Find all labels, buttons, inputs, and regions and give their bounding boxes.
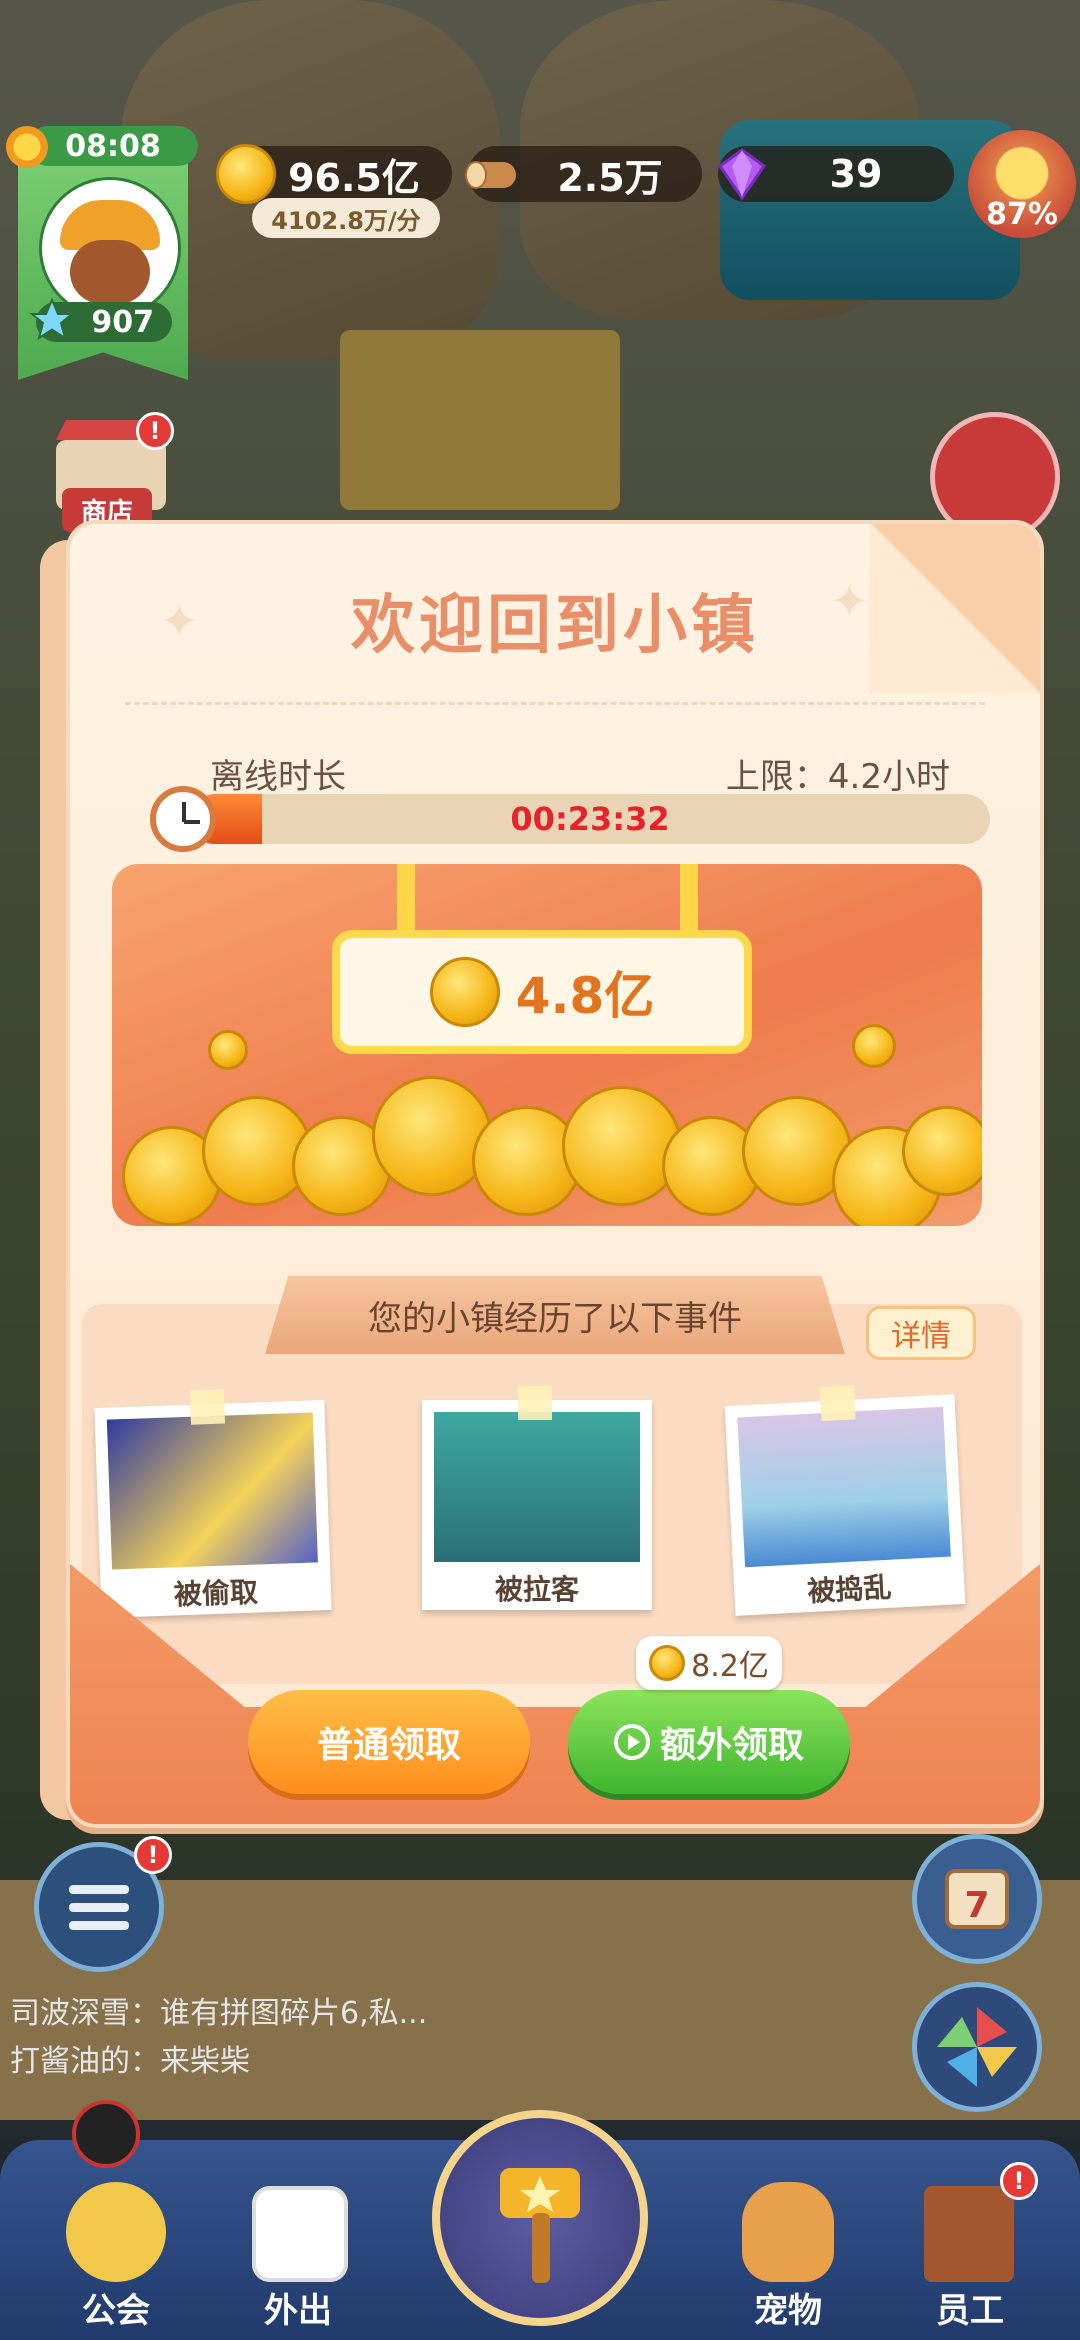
offline-progress-bar: 00:23:32 <box>190 794 990 844</box>
svg-text:7: 7 <box>964 1885 989 1926</box>
event-card-stolen[interactable]: 被偷取 <box>94 1389 332 1618</box>
play-video-icon <box>613 1724 650 1760</box>
wood-amount: 2.5万 <box>557 155 663 200</box>
staff-book-icon <box>924 2186 1014 2282</box>
extra-claim-label: 额外领取 <box>659 1725 804 1766</box>
nav-outing-label: 外出 <box>264 2291 332 2331</box>
nav-outing[interactable]: 外出 <box>228 2172 368 2340</box>
reward-panel: 4.8亿 <box>112 864 982 1226</box>
gem-icon <box>717 148 767 201</box>
dialog-title: 欢迎回到小镇 <box>351 589 759 663</box>
offline-progress-time: 00:23:32 <box>510 800 670 838</box>
coin-icon <box>216 144 276 204</box>
pinwheel-button[interactable] <box>912 1982 1042 2112</box>
nav-staff-label: 员工 <box>936 2291 1004 2331</box>
shop-notification-badge: ! <box>136 412 174 450</box>
clock-time: 08:08 <box>28 126 198 166</box>
tape <box>189 1389 226 1425</box>
truck-image <box>434 1412 640 1562</box>
wood-log-icon <box>465 161 516 189</box>
event-card-poached[interactable]: 被拉客 <box>422 1386 652 1610</box>
coin-icon <box>429 957 500 1027</box>
dice-icon <box>252 2186 348 2282</box>
calendar-icon: 7 <box>945 1869 1009 1929</box>
floating-coin-icon <box>208 1030 248 1070</box>
hanging-rope <box>397 864 415 934</box>
pin-marker-icon <box>72 2100 140 2168</box>
staff-notification-badge: ! <box>1000 2162 1038 2200</box>
tape <box>819 1385 856 1422</box>
star-icon <box>29 297 75 341</box>
extra-bonus-amount: 8.2亿 <box>691 1649 769 1684</box>
event-card-mischief[interactable]: 被捣乱 <box>724 1385 966 1616</box>
mood-percent: 87% <box>986 197 1058 232</box>
menu-notification-badge: ! <box>134 1836 172 1874</box>
chat-feed[interactable]: 司波深雪：谁有拼图碎片6,私... 打酱油的：来柴柴 <box>10 1990 470 2090</box>
build-hammer-button[interactable] <box>432 2110 648 2326</box>
alarm-clock-icon <box>150 786 216 852</box>
normal-claim-label: 普通领取 <box>316 1725 461 1766</box>
hanging-rope <box>680 864 698 934</box>
dog-icon <box>742 2182 834 2282</box>
chat-message: 司波深雪：谁有拼图碎片6,私... <box>10 1996 428 2031</box>
mood-meter[interactable]: 87% <box>968 130 1076 238</box>
extra-bonus-tag: 8.2亿 <box>636 1636 782 1690</box>
event-caption: 被偷取 <box>173 1575 259 1612</box>
floating-coin-icon <box>852 1024 896 1068</box>
event-caption: 被捣乱 <box>806 1570 893 1609</box>
nav-pets-label: 宠物 <box>754 2291 822 2331</box>
pinwheel-icon <box>937 2007 1017 2087</box>
reward-amount-box: 4.8亿 <box>332 930 752 1054</box>
chat-message: 打酱油的：来柴柴 <box>10 2044 250 2079</box>
reward-amount: 4.8亿 <box>515 967 655 1025</box>
offline-duration-label: 离线时长 <box>210 757 346 797</box>
extra-claim-button[interactable]: 额外领取 <box>568 1690 850 1794</box>
events-title: 您的小镇经历了以下事件 <box>265 1276 845 1354</box>
guild-icon <box>66 2182 166 2282</box>
coin-amount: 96.5亿 <box>288 155 420 200</box>
tape <box>518 1386 552 1420</box>
sun-icon <box>6 126 48 168</box>
details-button[interactable]: 详情 <box>866 1306 976 1360</box>
coin-rate: 4102.8万/分 <box>252 198 440 238</box>
nav-pets[interactable]: 宠物 <box>718 2172 858 2340</box>
nav-guild[interactable]: 公会 <box>46 2172 186 2340</box>
boat-image <box>737 1406 951 1568</box>
normal-claim-button[interactable]: 普通领取 <box>248 1690 530 1794</box>
coin-icon <box>649 1645 686 1681</box>
event-caption: 被拉客 <box>494 1573 579 1606</box>
calendar-button[interactable]: 7 <box>912 1834 1042 1964</box>
title-divider <box>125 702 985 705</box>
offline-limit-label: 上限：4.2小时 <box>725 757 950 797</box>
hammer-icon <box>500 2168 580 2283</box>
thief-image <box>106 1412 318 1570</box>
gem-amount: 39 <box>829 152 883 196</box>
coin-pile-image <box>112 1076 982 1226</box>
nav-guild-label: 公会 <box>82 2291 150 2331</box>
welcome-back-dialog: ✦ ✦ 欢迎回到小镇 离线时长 上限：4.2小时 00:23:32 4.8亿 您… <box>66 520 1044 1828</box>
